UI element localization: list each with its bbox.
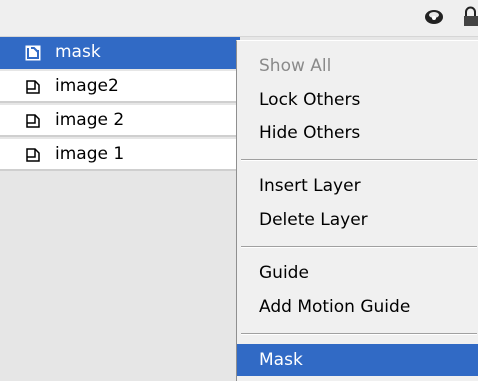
layer-context-menu: Show All Lock Others Hide Others Insert … (236, 40, 478, 381)
menu-item-show-all[interactable]: Show All (237, 50, 478, 82)
layer-name: image 2 (55, 110, 125, 130)
menu-item-add-motion-guide[interactable]: Add Motion Guide (237, 291, 478, 323)
timeline-header (0, 0, 478, 37)
layer-name: image 1 (55, 144, 125, 164)
layer-icon (26, 80, 40, 94)
menu-separator (241, 333, 477, 335)
layer-name: mask (55, 42, 101, 62)
layer-icon (26, 148, 40, 162)
eye-icon[interactable] (423, 6, 445, 28)
menu-separator (241, 246, 477, 248)
lock-icon[interactable] (463, 6, 478, 28)
layer-row-image2[interactable]: image2 (0, 71, 240, 103)
layer-icon (26, 114, 40, 128)
menu-item-hide-others[interactable]: Hide Others (237, 117, 478, 149)
menu-item-delete-layer[interactable]: Delete Layer (237, 204, 478, 236)
layer-row-image-2[interactable]: image 2 (0, 105, 240, 137)
layer-icon (25, 45, 41, 61)
menu-separator (241, 159, 477, 161)
layer-name: image2 (55, 76, 119, 96)
menu-item-guide[interactable]: Guide (237, 257, 478, 289)
layer-row-mask[interactable]: mask (0, 37, 240, 69)
layer-row-image-1[interactable]: image 1 (0, 139, 240, 171)
menu-item-lock-others[interactable]: Lock Others (237, 84, 478, 116)
menu-item-mask[interactable]: Mask (237, 344, 478, 376)
menu-item-insert-layer[interactable]: Insert Layer (237, 170, 478, 202)
